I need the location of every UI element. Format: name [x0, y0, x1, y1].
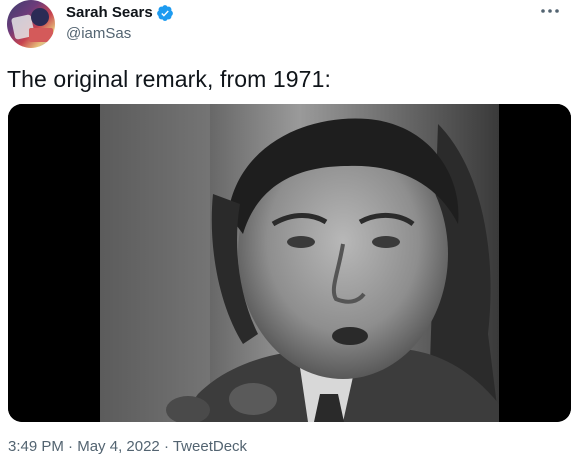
author-name-row: Sarah Sears: [66, 3, 174, 23]
tweet-date[interactable]: May 4, 2022: [77, 438, 160, 455]
verified-badge-icon: [156, 5, 173, 21]
display-name[interactable]: Sarah Sears: [66, 3, 153, 23]
tweet-meta: 3:49 PM · May 4, 2022 · TweetDeck: [8, 437, 247, 457]
meta-separator: ·: [159, 438, 173, 455]
avatar[interactable]: [7, 0, 55, 48]
tweet-time[interactable]: 3:49 PM: [8, 438, 64, 455]
tweet-video[interactable]: [8, 104, 571, 422]
more-options-icon[interactable]: [538, 2, 562, 20]
tweet-text: The original remark, from 1971:: [7, 66, 331, 92]
author-handle[interactable]: @iamSas: [66, 24, 131, 44]
tweet-source: TweetDeck: [172, 438, 248, 455]
video-frame-image: [8, 104, 571, 422]
meta-separator: ·: [63, 438, 78, 455]
tweet-header: Sarah Sears @iamSas: [6, 0, 566, 52]
